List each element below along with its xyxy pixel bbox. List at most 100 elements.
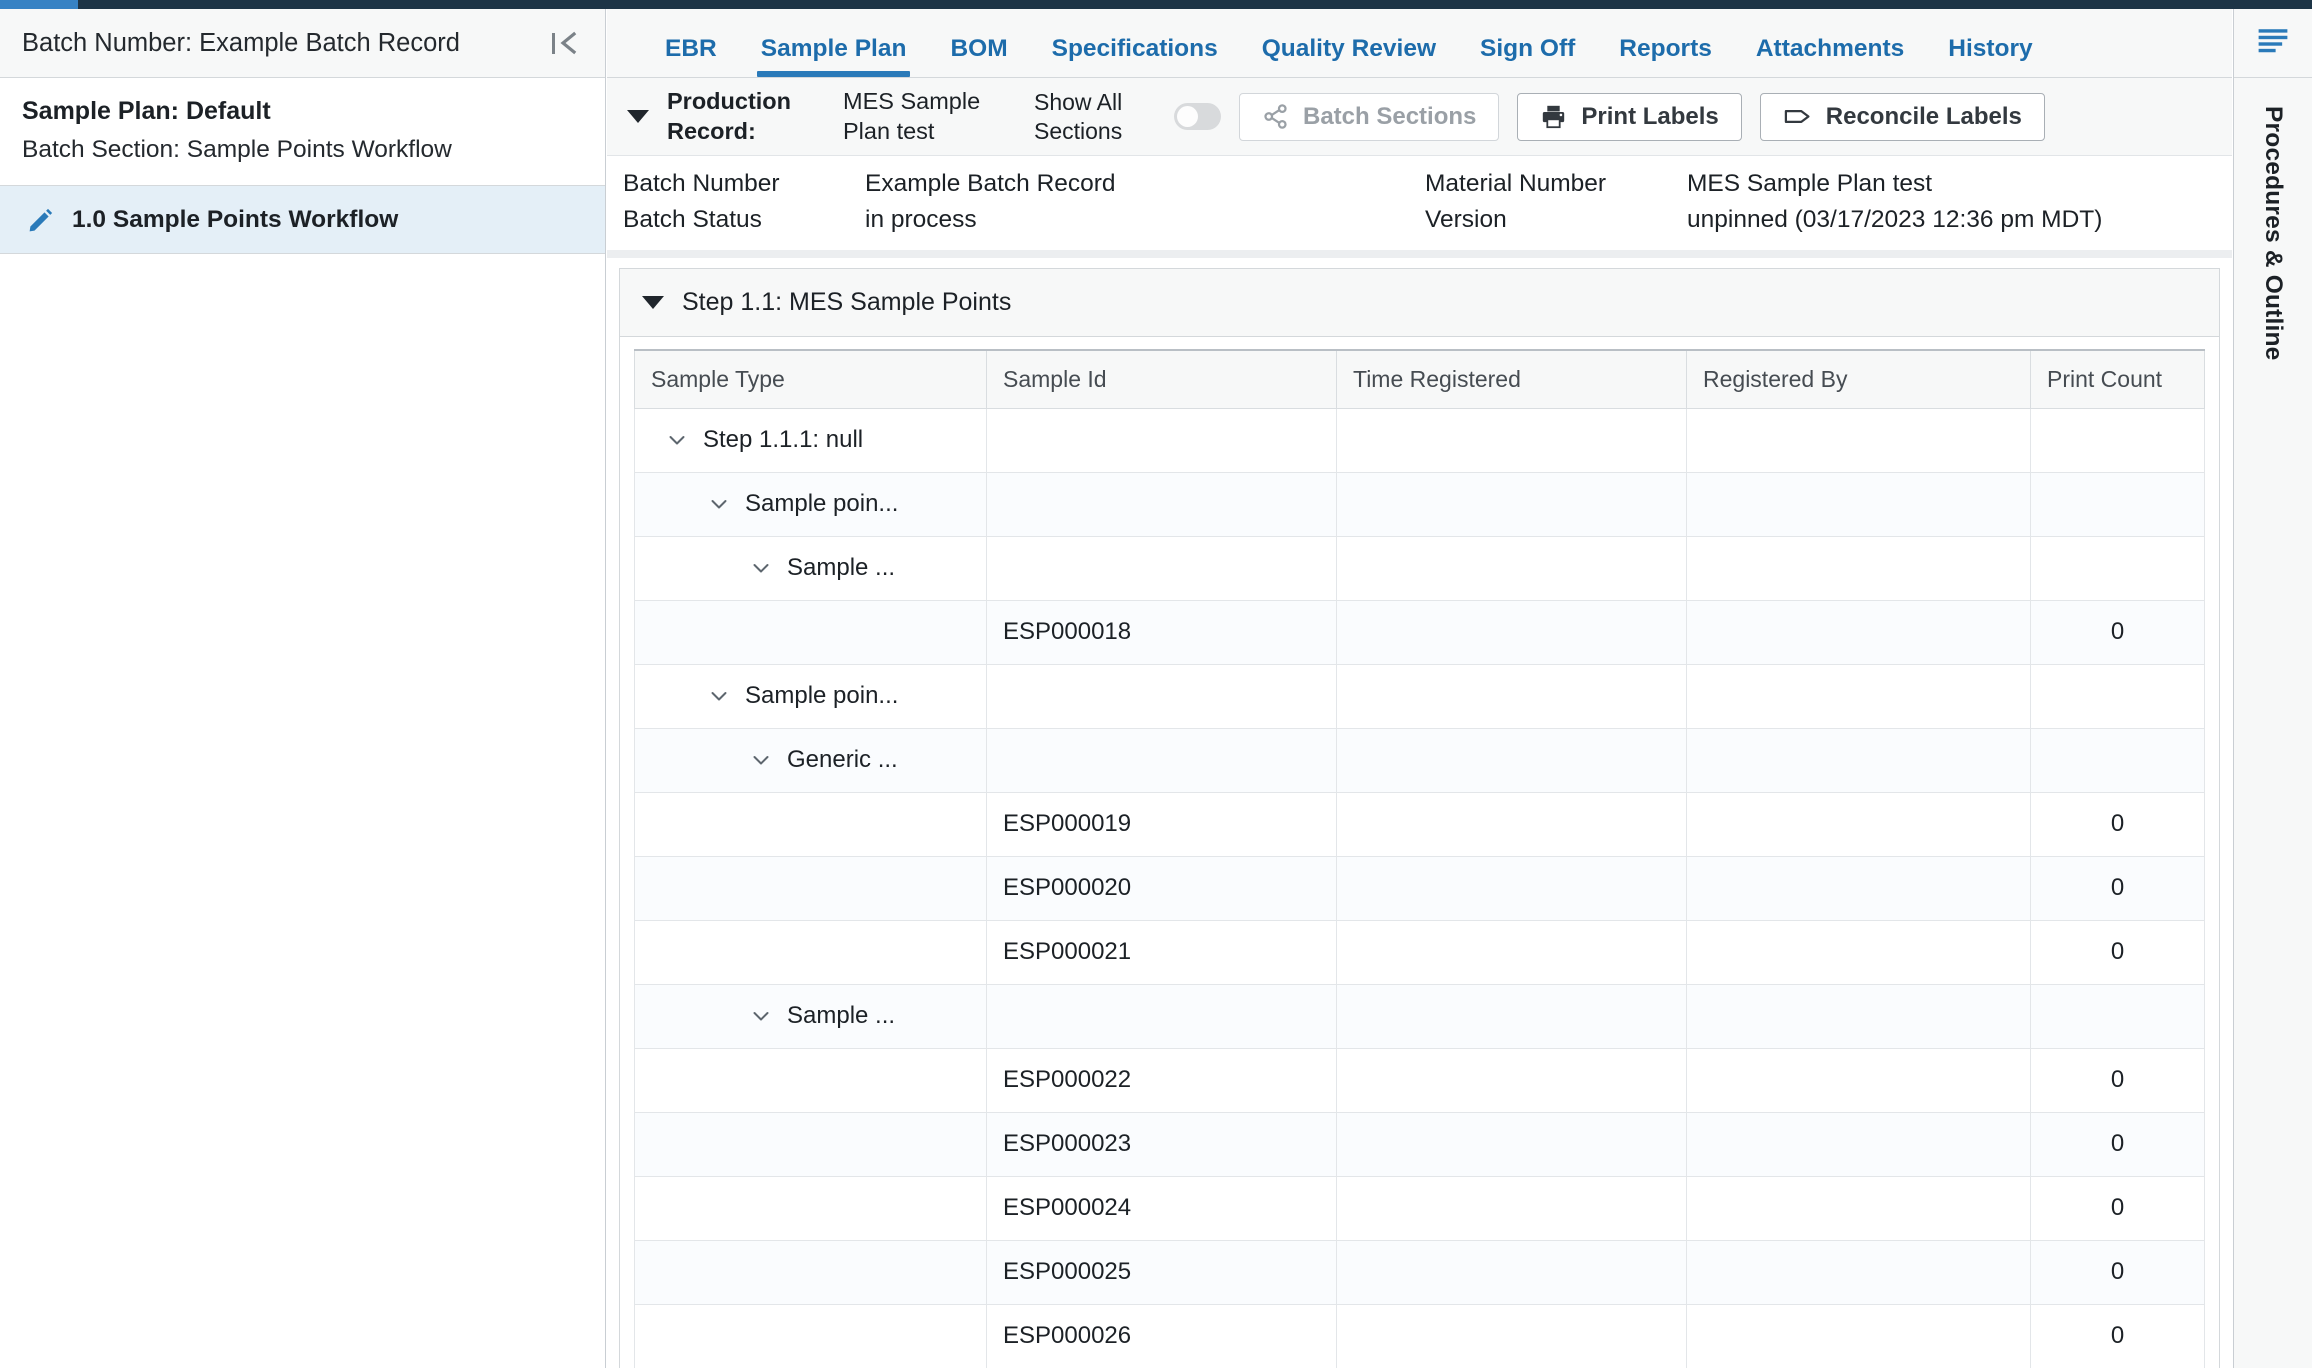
cell-registered-by xyxy=(1686,919,2031,985)
cell-time-registered xyxy=(1336,1175,1687,1241)
version-value: unpinned (03/17/2023 12:36 pm MDT) xyxy=(1687,206,2103,233)
tab-specifications[interactable]: Specifications xyxy=(1030,36,1240,78)
show-all-sections-toggle[interactable] xyxy=(1174,103,1221,130)
table-row[interactable]: ESP000026 0 xyxy=(634,1303,2205,1368)
cell-sample-type xyxy=(634,1175,987,1241)
batch-number-label: Batch Number xyxy=(623,170,780,197)
triangle-down-icon[interactable] xyxy=(627,110,649,123)
column-header-sample-id[interactable]: Sample Id xyxy=(986,349,1337,409)
cell-registered-by xyxy=(1686,983,2031,1049)
cell-sample-id xyxy=(986,535,1337,601)
cell-time-registered xyxy=(1336,1303,1687,1368)
table-row[interactable]: ESP000020 0 xyxy=(634,855,2205,921)
chevron-down-icon[interactable] xyxy=(749,748,773,772)
sample-plan-block: Sample Plan: Default Batch Section: Samp… xyxy=(0,78,605,187)
tab-ebr[interactable]: EBR xyxy=(643,36,739,78)
batch-info-grid: Batch Number Example Batch Record Materi… xyxy=(607,156,2232,258)
column-header-time-registered[interactable]: Time Registered xyxy=(1336,349,1687,409)
cell-print-count: 0 xyxy=(2030,855,2205,921)
step-section-header[interactable]: Step 1.1: MES Sample Points xyxy=(620,269,2219,337)
cell-time-registered xyxy=(1336,1239,1687,1305)
tab-reports[interactable]: Reports xyxy=(1597,36,1734,78)
cell-registered-by xyxy=(1686,535,2031,601)
cell-time-registered xyxy=(1336,855,1687,921)
table-row[interactable]: ESP000023 0 xyxy=(634,1111,2205,1177)
table-row[interactable]: Sample ... xyxy=(634,983,2205,1049)
table-row[interactable]: ESP000019 0 xyxy=(634,791,2205,857)
cell-sample-id xyxy=(986,983,1337,1049)
show-all-sections-label: Show All Sections xyxy=(1034,88,1123,144)
step-collapse-triangle-icon[interactable] xyxy=(642,296,664,309)
cell-registered-by xyxy=(1686,1239,2031,1305)
collapse-bar xyxy=(552,32,555,54)
tree-node-label: Sample ... xyxy=(787,1002,896,1029)
table-row[interactable]: ESP000018 0 xyxy=(634,599,2205,665)
tab-bom[interactable]: BOM xyxy=(928,36,1029,78)
chevron-down-icon[interactable] xyxy=(749,556,773,580)
cell-sample-id: ESP000026 xyxy=(986,1303,1337,1368)
top-strip xyxy=(0,0,2312,9)
table-row[interactable]: ESP000021 0 xyxy=(634,919,2205,985)
cell-sample-id xyxy=(986,663,1337,729)
tab-history[interactable]: History xyxy=(1926,36,2054,78)
tab-sign-off[interactable]: Sign Off xyxy=(1458,36,1597,78)
cell-sample-type: Sample ... xyxy=(634,983,987,1049)
cell-registered-by xyxy=(1686,471,2031,537)
chevron-down-icon[interactable] xyxy=(707,492,731,516)
column-header-print-count[interactable]: Print Count xyxy=(2030,349,2205,409)
batch-number-value: Example Batch Record xyxy=(865,170,1116,197)
cell-sample-type: Step 1.1.1: null xyxy=(634,407,987,473)
reconcile-labels-button[interactable]: Reconcile Labels xyxy=(1759,92,2045,141)
cell-sample-type xyxy=(634,1047,987,1113)
printer-icon xyxy=(1540,103,1567,130)
procedures-outline-toggle[interactable] xyxy=(2234,9,2312,78)
table-row[interactable]: Sample poin... xyxy=(634,471,2205,537)
tab-sample-plan[interactable]: Sample Plan xyxy=(739,36,929,78)
cell-sample-type xyxy=(634,599,987,665)
cell-print-count xyxy=(2030,983,2205,1049)
batch-sections-label: Batch Sections xyxy=(1303,102,1477,130)
step-section-wrapper: Step 1.1: MES Sample Points Sample Type … xyxy=(607,258,2232,1368)
list-lines-icon xyxy=(2256,26,2290,61)
cell-sample-id: ESP000019 xyxy=(986,791,1337,857)
cell-registered-by xyxy=(1686,407,2031,473)
sidebar-item-label: 1.0 Sample Points Workflow xyxy=(72,205,399,233)
table-header-row: Sample Type Sample Id Time Registered Re… xyxy=(634,349,2205,409)
chevron-down-icon[interactable] xyxy=(749,1004,773,1028)
reconcile-labels-label: Reconcile Labels xyxy=(1825,102,2022,130)
share-icon xyxy=(1262,103,1289,130)
cell-time-registered xyxy=(1336,663,1687,729)
column-header-sample-type[interactable]: Sample Type xyxy=(634,349,987,409)
batch-sections-button[interactable]: Batch Sections xyxy=(1239,92,1500,141)
cell-time-registered xyxy=(1336,1111,1687,1177)
cell-registered-by xyxy=(1686,1047,2031,1113)
tab-quality-review[interactable]: Quality Review xyxy=(1240,36,1458,78)
print-labels-button[interactable]: Print Labels xyxy=(1517,92,1742,141)
cell-print-count: 0 xyxy=(2030,1303,2205,1368)
collapse-left-icon[interactable] xyxy=(552,31,579,55)
cell-registered-by xyxy=(1686,1175,2031,1241)
tree-node-label: Sample poin... xyxy=(745,682,899,709)
cell-print-count xyxy=(2030,663,2205,729)
table-row[interactable]: ESP000024 0 xyxy=(634,1175,2205,1241)
table-row[interactable]: Sample ... xyxy=(634,535,2205,601)
chevron-down-icon[interactable] xyxy=(665,428,689,452)
cell-sample-type xyxy=(634,1303,987,1368)
cell-sample-type: Sample poin... xyxy=(634,663,987,729)
table-row[interactable]: Step 1.1.1: null xyxy=(634,407,2205,473)
cell-print-count: 0 xyxy=(2030,791,2205,857)
column-header-registered-by[interactable]: Registered By xyxy=(1686,349,2031,409)
cell-sample-type xyxy=(634,855,987,921)
table-row[interactable]: ESP000022 0 xyxy=(634,1047,2205,1113)
table-row[interactable]: ESP000025 0 xyxy=(634,1239,2205,1305)
cell-sample-type xyxy=(634,1239,987,1305)
step-title: Step 1.1: MES Sample Points xyxy=(682,288,1012,316)
cell-time-registered xyxy=(1336,599,1687,665)
chevron-down-icon[interactable] xyxy=(707,684,731,708)
sidebar-item-sample-points-workflow[interactable]: 1.0 Sample Points Workflow xyxy=(0,186,605,255)
tab-attachments[interactable]: Attachments xyxy=(1734,36,1926,78)
print-labels-label: Print Labels xyxy=(1581,102,1719,130)
version-label: Version xyxy=(1425,206,1507,233)
table-row[interactable]: Sample poin... xyxy=(634,663,2205,729)
table-row[interactable]: Generic ... xyxy=(634,727,2205,793)
